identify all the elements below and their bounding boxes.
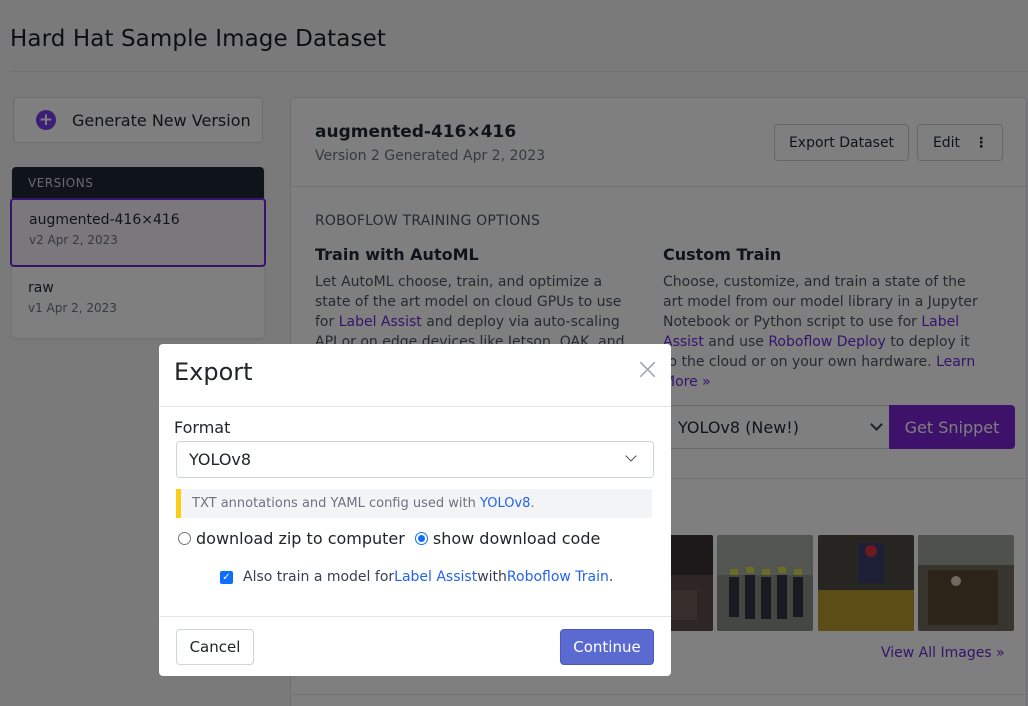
check-text: Also train a model for (243, 569, 395, 585)
modal-title: Export (174, 358, 253, 386)
chevron-down-icon (625, 450, 637, 462)
format-select[interactable]: YOLOv8 (176, 441, 654, 478)
train-checkbox[interactable]: ✓ (220, 570, 233, 584)
yolov8-link[interactable]: YOLOv8 (480, 496, 530, 511)
continue-button[interactable]: Continue (560, 629, 654, 665)
radio-show-code-label[interactable]: show download code (433, 529, 600, 548)
cancel-button[interactable]: Cancel (176, 629, 254, 665)
radio-show-code[interactable] (414, 532, 428, 545)
format-select-value: YOLOv8 (189, 450, 252, 469)
export-modal: Export × Format YOLOv8 TXT annotations a… (159, 344, 671, 676)
divider (159, 406, 671, 407)
download-options: download zip to computer show download c… (178, 529, 600, 548)
label-assist-link[interactable]: Label Assist (394, 569, 477, 585)
hint-text: . (530, 496, 535, 511)
format-hint: TXT annotations and YAML config used wit… (176, 489, 652, 518)
check-text: . (608, 569, 614, 585)
radio-download-zip[interactable] (178, 532, 191, 545)
radio-download-zip-label[interactable]: download zip to computer (196, 529, 405, 548)
close-icon[interactable]: × (635, 355, 660, 385)
format-label: Format (174, 418, 231, 437)
divider (159, 616, 671, 617)
train-option: ✓ Also train a model for Label Assist wi… (220, 569, 613, 585)
dataset-page: Hard Hat Sample Image Dataset + Generate… (0, 0, 1028, 706)
check-text: with (477, 569, 507, 585)
roboflow-train-link[interactable]: Roboflow Train (507, 569, 609, 585)
hint-text: TXT annotations and YAML config used wit… (192, 496, 480, 511)
